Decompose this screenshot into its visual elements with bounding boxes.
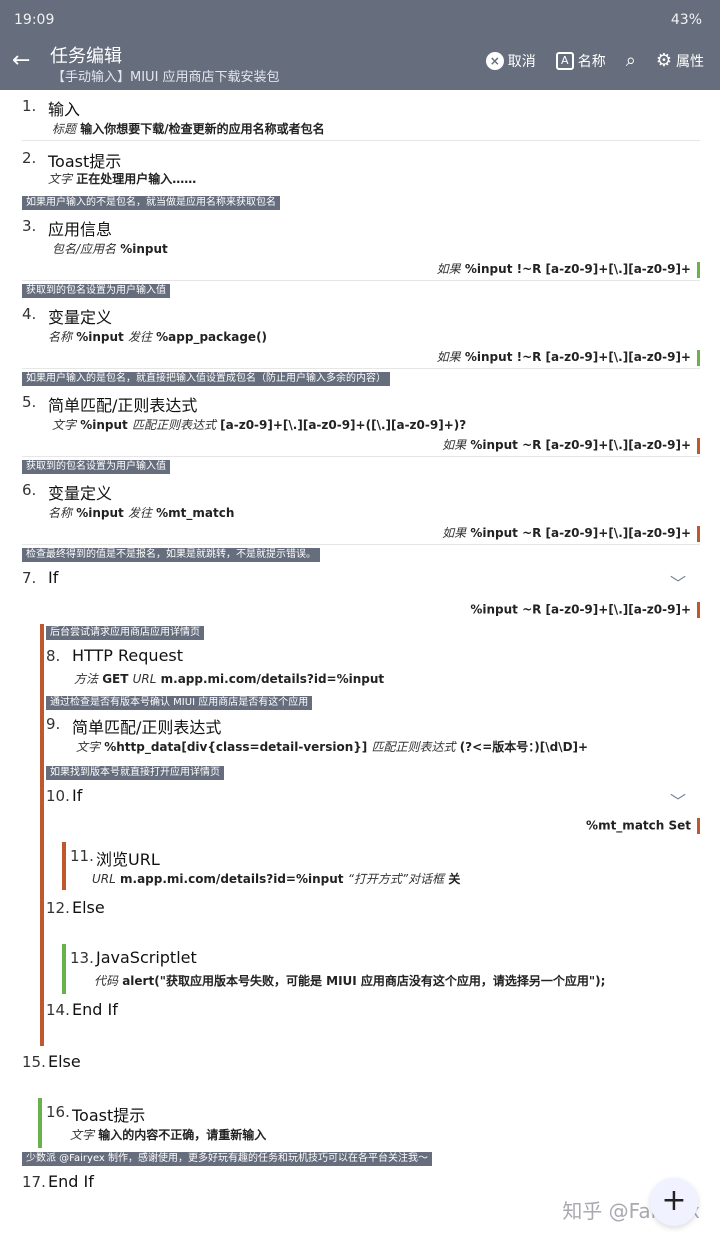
step-title: If — [48, 568, 59, 587]
chevron-down-icon[interactable]: ﹀ — [670, 570, 686, 594]
cancel-label: 取消 — [507, 53, 536, 70]
status-bar: 19:09 43% — [0, 0, 720, 40]
step-condition: %mt_match Set — [586, 818, 700, 834]
step-comment-label: 后台尝试请求应用商店应用详情页 — [46, 626, 204, 640]
step-condition: 如果 %input ~R [a-z0-9]+[\.][a-z0-9]+ — [442, 436, 700, 454]
step-params: 代码 alert("获取应用版本号失败，可能是 MIUI 应用商店没有这个应用，… — [94, 974, 606, 988]
page-title: 任务编辑 — [50, 46, 122, 67]
step-comment-label: 获取到的包名设置为用户输入值 — [22, 460, 170, 474]
divider — [22, 544, 700, 545]
step-title: Toast提示 — [72, 1106, 146, 1125]
plus-icon: + — [661, 1183, 687, 1218]
step-condition: 如果 %input ~R [a-z0-9]+[\.][a-z0-9]+ — [442, 524, 700, 542]
step-title: 变量定义 — [48, 308, 113, 327]
step-title: Else — [72, 898, 105, 917]
back-arrow-icon[interactable]: ← — [12, 48, 38, 74]
step-condition: 如果 %input !~R [a-z0-9]+[\.][a-z0-9]+ — [437, 260, 700, 278]
step-comment-label: 通过检查是否有版本号确认 MIUI 应用商店是否有这个应用 — [46, 696, 313, 710]
step-comment-label: 如果用户输入的不是包名，就当做是应用名称来获取包名 — [22, 196, 280, 210]
properties-label: 属性 — [676, 53, 704, 70]
step-params: 标题 输入你想要下载/检查更新的应用名称或者包名 — [52, 122, 325, 136]
step-title: End If — [48, 1172, 94, 1191]
step-title: 简单匹配/正则表达式 — [48, 396, 198, 415]
properties-button[interactable]: ⚙ 属性 — [656, 50, 704, 71]
status-time: 19:09 — [14, 12, 55, 28]
step-title: Toast提示 — [48, 152, 122, 171]
step-comment-label: 获取到的包名设置为用户输入值 — [22, 284, 170, 298]
text-a-icon: A — [555, 51, 574, 70]
step-title: HTTP Request — [72, 646, 184, 665]
step-title: JavaScriptlet — [96, 948, 197, 967]
step-params: 包名/应用名 %input — [52, 242, 168, 256]
app-bar: ← 任务编辑 【手动输入】MIUI 应用商店下载安装包 × 取消 A 名称 ⌕ … — [0, 40, 720, 90]
battery-level: 43% — [670, 12, 702, 28]
if-block-bar — [40, 624, 44, 1046]
step-comment-label: 如果找到版本号就直接打开应用详情页 — [46, 766, 224, 780]
divider — [22, 280, 700, 281]
step-condition: %input ~R [a-z0-9]+[\.][a-z0-9]+ — [470, 602, 700, 618]
step-params: 文字 %http_data[div{class=detail-version}]… — [76, 740, 589, 754]
step-params: 文字 输入的内容不正确，请重新输入 — [70, 1128, 267, 1142]
close-icon: × — [485, 51, 504, 70]
search-icon: ⌕ — [625, 50, 636, 71]
divider — [22, 368, 700, 369]
else-block-bar — [38, 1098, 42, 1148]
name-label: 名称 — [577, 53, 606, 70]
step-title: 变量定义 — [48, 484, 113, 503]
cancel-button[interactable]: × 取消 — [485, 51, 536, 71]
step-title: 应用信息 — [48, 220, 113, 239]
step-params: 文字 %input 匹配正则表达式 [a-z0-9]+[\.][a-z0-9]+… — [52, 418, 467, 432]
task-subtitle: 【手动输入】MIUI 应用商店下载安装包 — [52, 70, 280, 85]
if-inner-bar — [62, 842, 66, 890]
gear-icon: ⚙ — [655, 50, 672, 71]
step-params: 文字 正在处理用户输入…… — [48, 172, 197, 186]
step-comment-label: 检查最终得到的值是不是报名，如果是就跳转，不是就提示错误。 — [22, 548, 320, 562]
step-params: URL m.app.mi.com/details?id=%input “打开方式… — [92, 872, 461, 886]
step-comment-label: 如果用户输入的是包名，就直接把输入值设置成包名（防止用户输入多余的内容） — [22, 372, 390, 386]
divider — [22, 456, 700, 457]
step-params: 名称 %input 发往 %mt_match — [48, 506, 235, 520]
step-title: End If — [72, 1000, 118, 1019]
step-title: 输入 — [48, 100, 81, 119]
chevron-down-icon[interactable]: ﹀ — [670, 788, 686, 812]
search-button[interactable]: ⌕ — [626, 50, 636, 71]
name-button[interactable]: A 名称 — [555, 51, 606, 71]
step-params: 名称 %input 发往 %app_package() — [48, 330, 268, 344]
add-step-button[interactable]: + — [650, 1178, 698, 1226]
divider — [22, 140, 700, 141]
else-inner-bar — [62, 944, 66, 994]
step-title: Else — [48, 1052, 81, 1071]
step-comment-label: 少数派 @Fairyex 制作，感谢使用，更多好玩有趣的任务和玩机技巧可以在各平… — [22, 1152, 433, 1166]
step-title: If — [72, 786, 83, 805]
step-title: 浏览URL — [96, 850, 160, 869]
step-params: 方法 GET URL m.app.mi.com/details?id=%inpu… — [74, 672, 385, 686]
step-condition: 如果 %input !~R [a-z0-9]+[\.][a-z0-9]+ — [437, 348, 700, 366]
task-steps-list: 1. 输入 标题 输入你想要下载/检查更新的应用名称或者包名 2. Toast提… — [0, 90, 720, 1244]
step-title: 简单匹配/正则表达式 — [72, 718, 222, 737]
appbar-actions: × 取消 A 名称 ⌕ ⚙ 属性 — [485, 50, 704, 71]
